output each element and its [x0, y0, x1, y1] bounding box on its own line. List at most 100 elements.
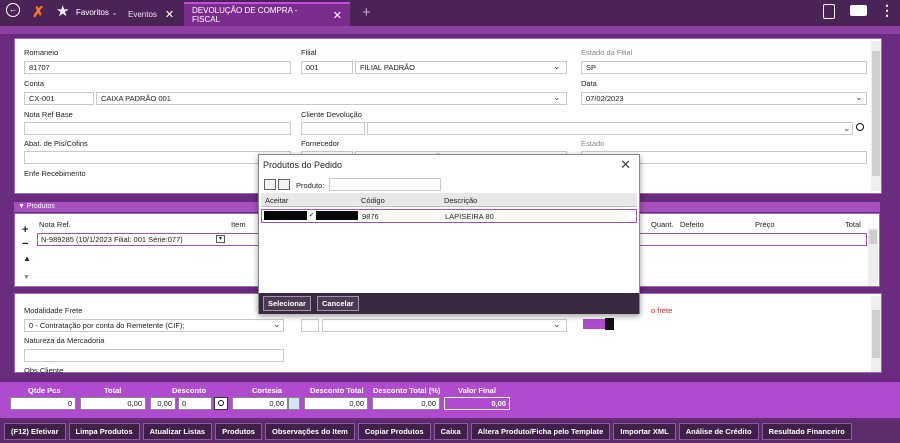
kebab-menu-icon[interactable]: ⋮ [880, 2, 894, 19]
qtde-pcs-field[interactable]: 0 [10, 397, 76, 410]
valor-final-field: 0,00 [444, 397, 510, 410]
produto-filter-label: Produto: [296, 181, 325, 190]
frete-code-input[interactable] [301, 319, 319, 332]
filial-code-input[interactable]: 001 [301, 61, 353, 74]
aceitar-checkbox[interactable]: ✓ [307, 211, 316, 220]
lower-scrollbar[interactable] [871, 296, 881, 372]
tab-label: DEVOLUÇÃO DE COMPRA - FISCAL [192, 6, 298, 24]
atualizar-listas-button[interactable]: Atualizar Listas [142, 423, 213, 440]
close-icon[interactable]: ✕ [333, 9, 342, 22]
desconto-total-pct-field[interactable]: 0,00 [372, 397, 440, 410]
produtos-button[interactable]: Produtos [215, 423, 262, 440]
conta-label: Conta [24, 79, 45, 88]
close-icon[interactable]: ✕ [620, 157, 631, 173]
clipboard-icon[interactable] [823, 4, 835, 19]
chevron-down-icon: ⌄ [111, 8, 118, 17]
add-row-button[interactable]: + [22, 224, 28, 236]
abat-pis-cofins-input[interactable] [24, 151, 291, 164]
tab-label: Eventos [128, 9, 157, 19]
analise-credito-button[interactable]: Análise de Crédito [678, 423, 759, 440]
romaneio-input[interactable]: 81707 [24, 61, 291, 74]
modalidade-frete-label: Modalidade Frete [24, 306, 83, 315]
search-icon[interactable] [214, 397, 228, 410]
produto-filter-input[interactable] [329, 178, 441, 191]
star-icon[interactable]: ★ [56, 2, 69, 20]
tab-devolucao-compra[interactable]: DEVOLUÇÃO DE COMPRA - FISCAL ✕ [184, 2, 350, 26]
conta-name-select[interactable]: CAIXA PADRÃO 001 [96, 92, 567, 105]
nota-ref-base-input[interactable] [24, 122, 291, 135]
chevron-down-icon[interactable]: ⌄ [273, 319, 281, 330]
cancelar-button[interactable]: Cancelar [317, 296, 359, 311]
cliente-devolucao-label: Cliente Devolução [301, 110, 362, 119]
list-view-icon[interactable] [278, 179, 290, 190]
estado-filial-input: SP [581, 61, 867, 74]
chevron-down-icon[interactable]: ⌄ [553, 61, 561, 72]
favorites-menu[interactable]: Favoritos ⌄ [76, 8, 118, 17]
total-label: Total [104, 386, 122, 395]
chevron-down-icon[interactable]: ⌄ [843, 123, 851, 134]
search-icon[interactable] [856, 123, 864, 131]
move-up-button[interactable]: ▲ [23, 254, 31, 263]
total-field[interactable]: 0,00 [80, 397, 146, 410]
column-header[interactable]: Quant. [651, 220, 674, 229]
desconto-pct-field[interactable]: 0,00 [150, 397, 176, 410]
data-date-input[interactable]: 07/02/2023 [581, 92, 867, 105]
column-header[interactable]: Preço [755, 220, 775, 229]
grid-scrollbar[interactable] [868, 228, 878, 286]
logo-icon[interactable]: ✗ [32, 3, 45, 21]
dialog-footer: Selecionar Cancelar [259, 293, 639, 314]
column-header[interactable]: Aceitar [265, 196, 288, 205]
valor-final-label: Valor Final [458, 386, 496, 395]
efetivar-button[interactable]: (F12) Efetivar [4, 423, 66, 440]
conta-code-input[interactable]: CX-001 [24, 92, 94, 105]
top-navigation-bar: ← ✗ ★ Favoritos ⌄ Eventos ✕ DEVOLUÇÃO DE… [0, 0, 900, 26]
abat-pis-cofins-label: Abat. de Pis/Cofins [24, 139, 88, 148]
form-scrollbar[interactable] [871, 41, 881, 191]
desconto-total-label: Desconto Total [310, 386, 364, 395]
frete-select[interactable] [322, 319, 567, 332]
desconto-total-field[interactable]: 0,00 [304, 397, 368, 410]
column-header[interactable]: Total [845, 220, 861, 229]
filial-name-select[interactable]: FILIAL PADRÃO [355, 61, 567, 74]
move-down-button[interactable]: ▼ [23, 274, 30, 281]
table-row[interactable]: ✓ 9876 LAPISEIRA 80 [261, 209, 637, 223]
add-tab-icon[interactable]: + [362, 4, 371, 21]
desconto-value-field[interactable]: 0 [178, 397, 212, 410]
observacoes-item-button[interactable]: Observações do Item [264, 423, 355, 440]
chevron-down-icon[interactable]: ⌄ [553, 92, 561, 103]
close-icon[interactable]: ✕ [165, 8, 174, 21]
column-header[interactable]: Código [361, 196, 385, 205]
nota-ref-base-label: Nota Ref Base [24, 110, 73, 119]
remove-row-button[interactable]: − [22, 238, 28, 250]
chat-icon[interactable] [850, 5, 867, 16]
nota-ref-cell: N-989285 (10/1/2023 Filial: 001 Série:07… [41, 235, 183, 244]
header-band [0, 26, 900, 34]
column-header[interactable]: Item [231, 220, 246, 229]
cortesia-field[interactable]: 0,00 [232, 397, 288, 410]
enfe-recebimento-label: Enfe Recebimento [24, 169, 86, 178]
cortesia-label: Cortesia [252, 386, 283, 395]
chevron-down-icon[interactable]: ⌄ [553, 319, 561, 330]
limpa-produtos-button[interactable]: Limpa Produtos [68, 423, 140, 440]
caixa-button[interactable]: Caixa [433, 423, 468, 440]
selecionar-button[interactable]: Selecionar [263, 296, 311, 311]
dropdown-toggle-icon[interactable]: ▾ [216, 235, 225, 243]
cliente-devolucao-name-select[interactable] [367, 122, 853, 135]
chevron-down-icon[interactable]: ⌄ [855, 92, 863, 103]
column-header[interactable]: Nota Ref. [39, 220, 71, 229]
modalidade-frete-select[interactable]: 0 - Contratação por conta do Remetente (… [24, 319, 284, 332]
column-header[interactable]: Defeito [680, 220, 704, 229]
natureza-mercadoria-input[interactable] [24, 349, 284, 362]
codigo-cell: 9876 [362, 212, 379, 221]
importar-xml-button[interactable]: Importar XML [613, 423, 676, 440]
copiar-produtos-button[interactable]: Copiar Produtos [357, 423, 431, 440]
resultado-financeiro-button[interactable]: Resultado Financeiro [761, 423, 852, 440]
cliente-devolucao-code-input[interactable] [301, 122, 365, 135]
column-header[interactable]: Descrição [444, 196, 477, 205]
back-icon[interactable]: ← [6, 3, 20, 17]
tab-eventos[interactable]: Eventos ✕ [120, 2, 182, 26]
altera-produto-template-button[interactable]: Altera Produto/Ficha pelo Template [470, 423, 611, 440]
estado-filial-label: Estado da Filial [581, 48, 633, 57]
cortesia-search-icon[interactable] [288, 397, 300, 410]
grid-view-icon[interactable] [264, 179, 276, 190]
